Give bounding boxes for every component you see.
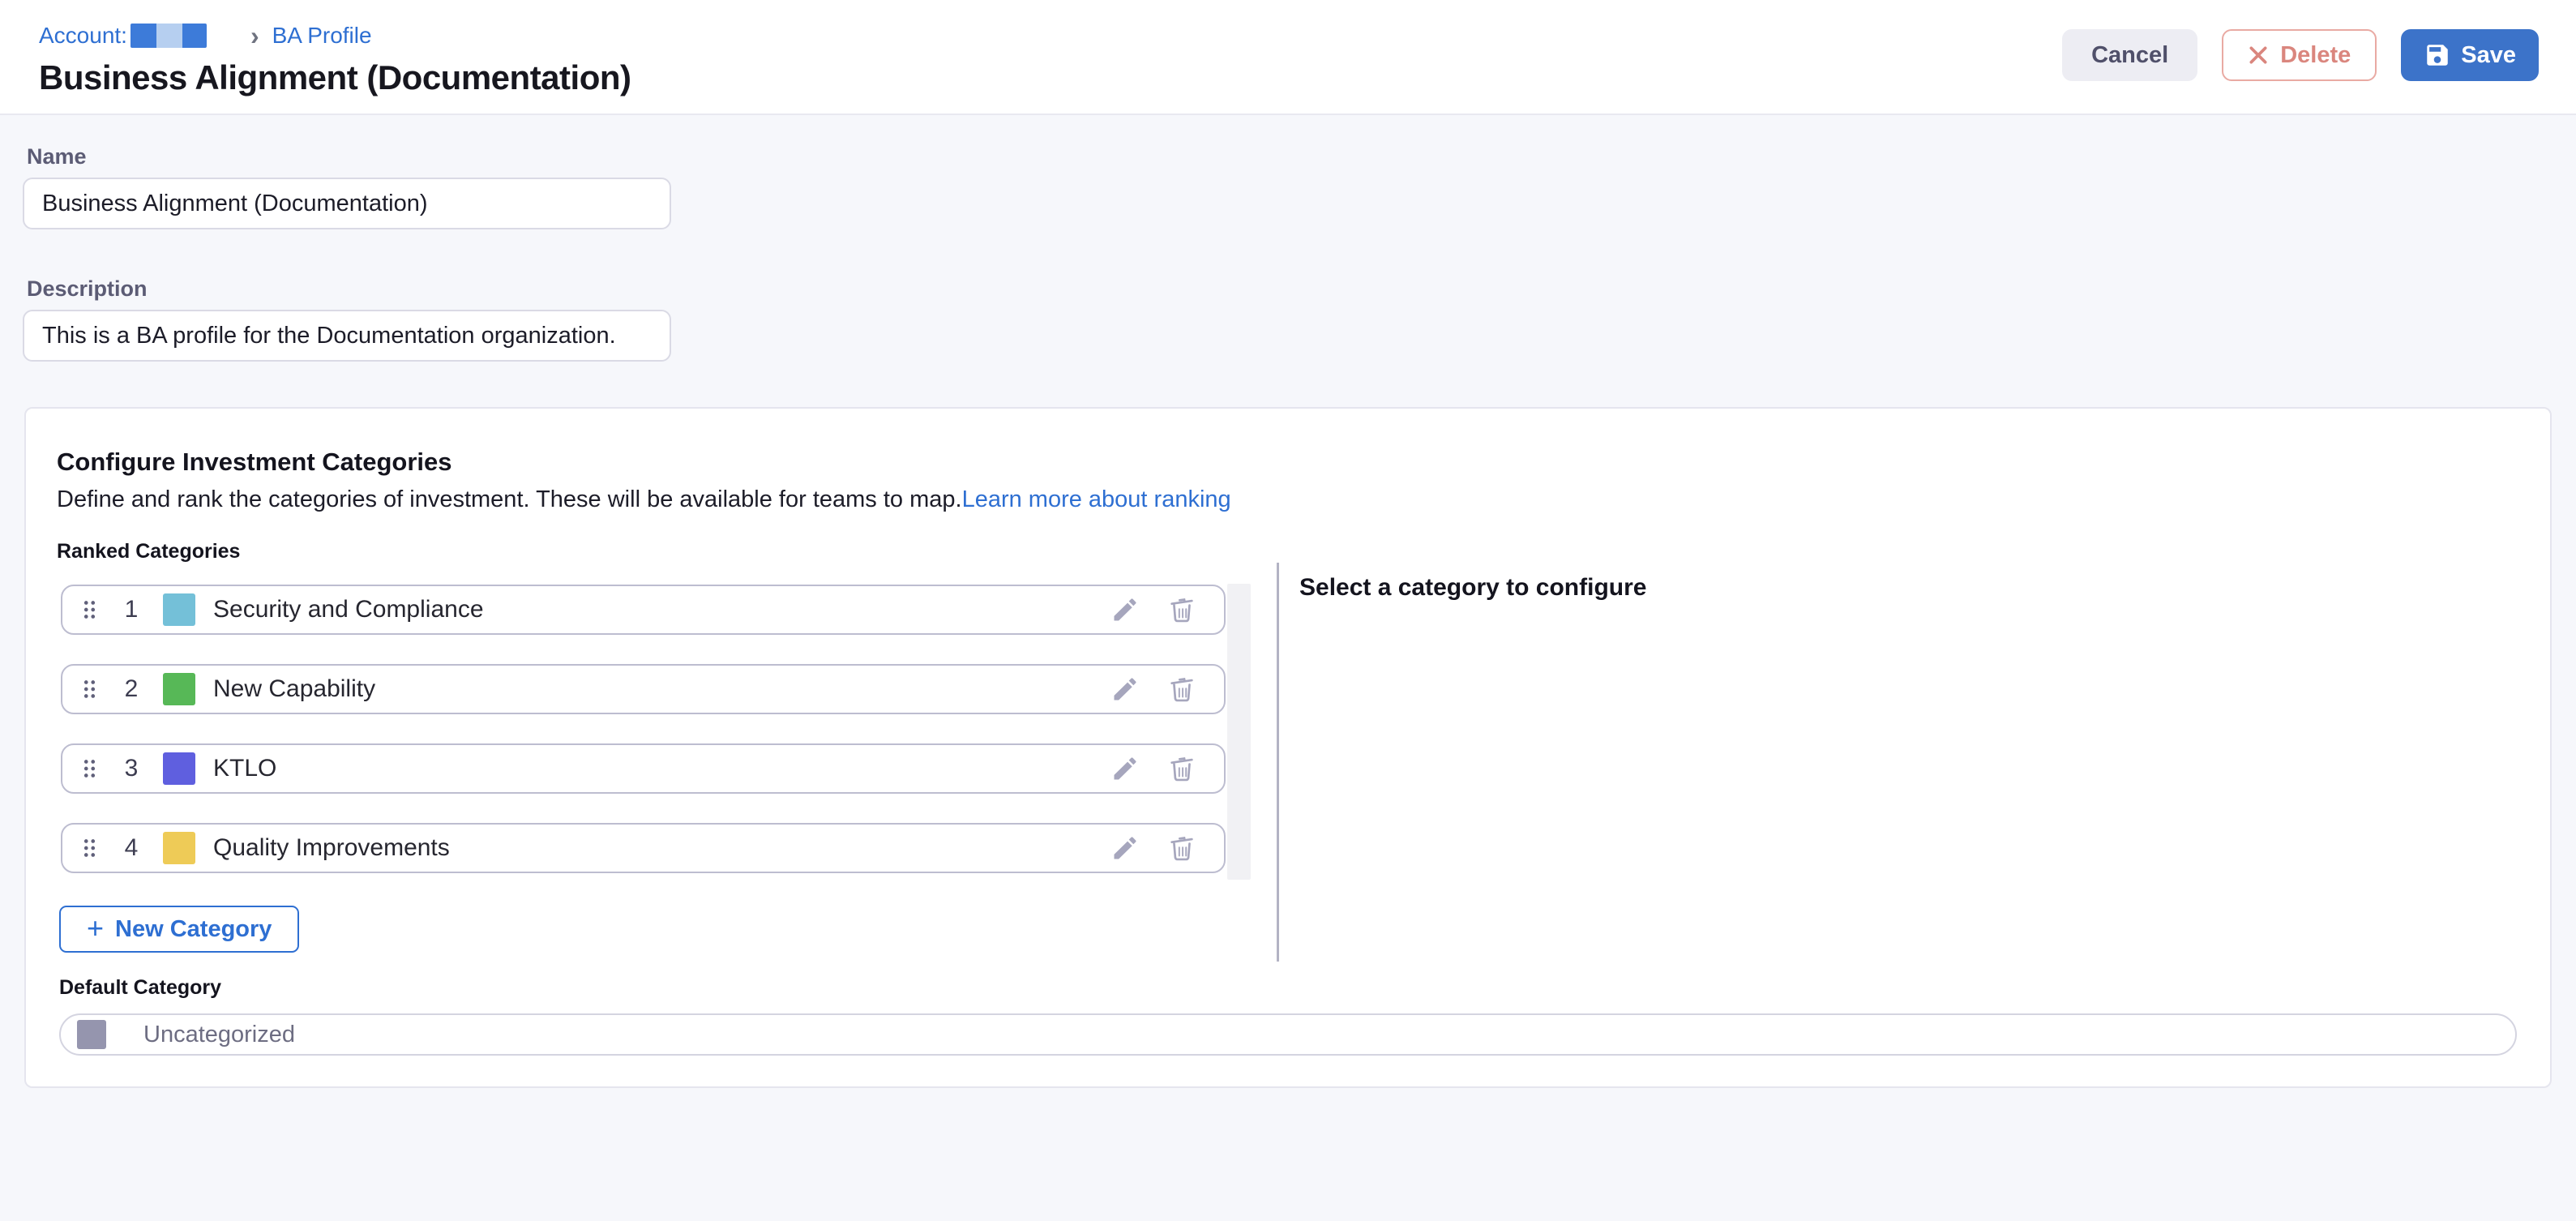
category-color-swatch [163, 832, 195, 864]
category-rank: 4 [119, 834, 143, 862]
configure-categories-card: Configure Investment Categories Define a… [24, 407, 2552, 1088]
ranked-categories-label: Ranked Categories [57, 540, 240, 563]
header-actions: Cancel Delete Save [2062, 29, 2539, 81]
edit-category-button[interactable] [1107, 671, 1143, 707]
category-rank: 3 [119, 755, 143, 782]
category-name: KTLO [213, 755, 276, 782]
pencil-icon [1110, 595, 1140, 624]
category-row[interactable]: 4 Quality Improvements [61, 823, 1226, 873]
trash-icon [1166, 833, 1197, 863]
category-row[interactable]: 2 New Capability [61, 664, 1226, 714]
delete-category-button[interactable] [1164, 751, 1200, 786]
card-subtitle-text: Define and rank the categories of invest… [57, 486, 962, 512]
trash-icon [1166, 674, 1197, 705]
profile-form: Name Description [0, 115, 2576, 362]
default-category-swatch [77, 1020, 106, 1049]
default-category-label: Default Category [59, 976, 221, 1000]
drag-handle-icon[interactable] [83, 679, 96, 700]
description-input[interactable] [23, 310, 671, 362]
drag-handle-icon[interactable] [83, 838, 96, 859]
default-category-name: Uncategorized [143, 1022, 295, 1048]
ranked-categories-list: 1 Security and Compliance [61, 585, 1226, 902]
category-name: Security and Compliance [213, 596, 484, 623]
category-rank: 1 [119, 596, 143, 623]
trash-icon [1166, 753, 1197, 784]
pencil-icon [1110, 754, 1140, 783]
pencil-icon [1110, 833, 1140, 863]
trash-icon [1166, 594, 1197, 625]
cancel-button[interactable]: Cancel [2062, 29, 2197, 81]
delete-category-button[interactable] [1164, 592, 1200, 628]
category-row[interactable]: 1 Security and Compliance [61, 585, 1226, 635]
panel-divider [1277, 563, 1279, 962]
redacted-account-name [131, 24, 207, 48]
description-label: Description [27, 276, 2576, 302]
drag-handle-icon[interactable] [83, 758, 96, 779]
edit-category-button[interactable] [1107, 830, 1143, 866]
delete-category-button[interactable] [1164, 671, 1200, 707]
delete-button[interactable]: Delete [2222, 29, 2377, 81]
empty-state-message: Select a category to configure [1299, 574, 1646, 602]
default-category-row[interactable]: Uncategorized [59, 1013, 2517, 1056]
category-name: New Capability [213, 675, 375, 703]
plus-icon: + [87, 914, 104, 943]
category-color-swatch [163, 752, 195, 785]
edit-category-button[interactable] [1107, 592, 1143, 628]
category-name: Quality Improvements [213, 834, 450, 862]
chevron-right-icon: › [250, 23, 259, 49]
new-category-button-label: New Category [115, 916, 272, 943]
delete-button-label: Delete [2280, 42, 2351, 69]
breadcrumb-account-link[interactable]: Account: [39, 23, 127, 49]
new-category-button[interactable]: + New Category [59, 906, 299, 953]
card-title: Configure Investment Categories [57, 448, 451, 477]
category-row[interactable]: 3 KTLO [61, 743, 1226, 794]
card-subtitle: Define and rank the categories of invest… [57, 486, 1231, 513]
floppy-disk-icon [2424, 41, 2451, 69]
page-header: Account: › BA Profile Business Alignment… [0, 0, 2576, 115]
name-input[interactable] [23, 178, 671, 229]
name-label: Name [27, 144, 2576, 169]
category-color-swatch [163, 673, 195, 705]
breadcrumb-ba-profile-link[interactable]: BA Profile [272, 23, 372, 49]
drag-handle-icon[interactable] [83, 599, 96, 620]
learn-more-ranking-link[interactable]: Learn more about ranking [962, 486, 1231, 512]
edit-category-button[interactable] [1107, 751, 1143, 786]
pencil-icon [1110, 675, 1140, 704]
delete-category-button[interactable] [1164, 830, 1200, 866]
x-icon [2248, 45, 2269, 66]
save-button-label: Save [2461, 42, 2516, 69]
category-color-swatch [163, 593, 195, 626]
save-button[interactable]: Save [2401, 29, 2539, 81]
list-scrollbar[interactable] [1227, 584, 1251, 880]
category-rank: 2 [119, 675, 143, 703]
